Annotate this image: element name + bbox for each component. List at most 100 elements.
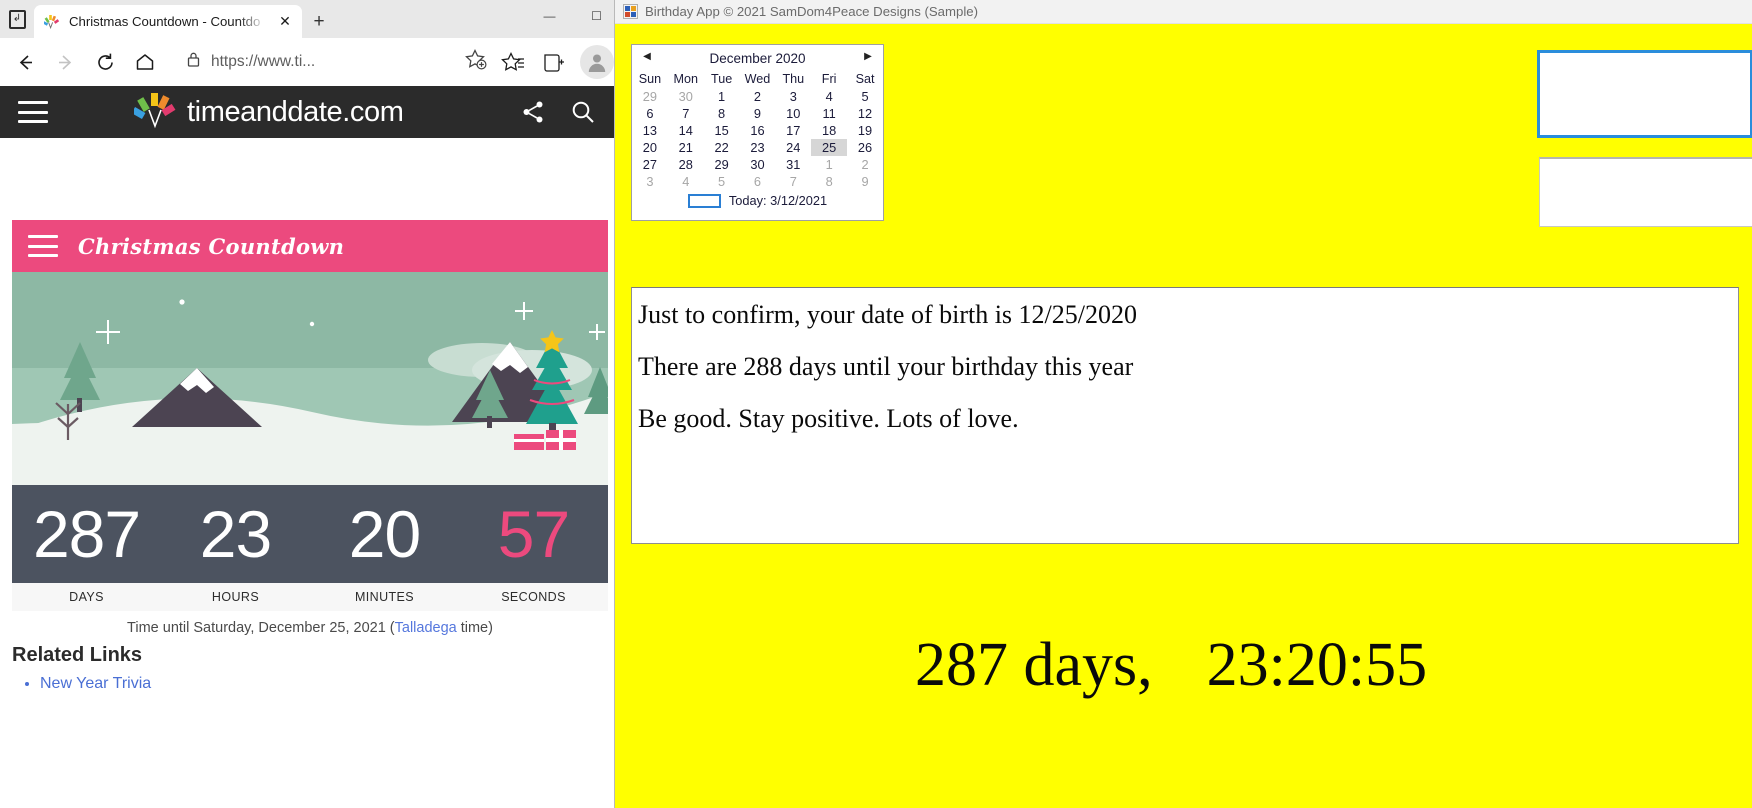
calendar-week-row: 29 30 1 2 3 4 5 bbox=[632, 88, 883, 105]
birthday-message-box[interactable]: Just to confirm, your date of birth is 1… bbox=[631, 287, 1739, 544]
address-bar[interactable]: https://www.ti... bbox=[172, 45, 492, 79]
calendar-day[interactable]: 8 bbox=[811, 173, 847, 190]
calendar-day[interactable]: 6 bbox=[632, 105, 668, 122]
collections-icon[interactable] bbox=[534, 43, 572, 81]
maximize-button[interactable]: ☐ bbox=[573, 0, 620, 32]
browser-toolbar: https://www.ti... bbox=[0, 38, 620, 86]
calendar-day[interactable]: 27 bbox=[632, 156, 668, 173]
timeanddate-logo-icon bbox=[131, 91, 178, 134]
hamburger-icon[interactable] bbox=[28, 235, 58, 257]
related-links-heading: Related Links bbox=[12, 644, 143, 666]
list-item[interactable]: New Year Trivia bbox=[40, 675, 620, 693]
calendar-grid: Sun Mon Tue Wed Thu Fri Sat 29 30 1 2 3 4 5 6 7 8 9 10 11 1… bbox=[632, 71, 883, 190]
hamburger-icon[interactable] bbox=[18, 101, 48, 123]
calendar-day[interactable]: 31 bbox=[775, 156, 811, 173]
live-countdown-days: 287 days, bbox=[915, 631, 1153, 699]
calendar-day[interactable]: 1 bbox=[704, 88, 740, 105]
countdown-label-days: DAYS bbox=[69, 590, 104, 604]
month-calendar[interactable]: ◀ December 2020 ▶ Sun Mon Tue Wed Thu Fri Sat … bbox=[631, 44, 884, 221]
caption-prefix: Time until Saturday, December 25, 2021 ( bbox=[127, 620, 395, 636]
timezone-link[interactable]: Talladega bbox=[395, 620, 457, 636]
calendar-day[interactable]: 26 bbox=[847, 139, 883, 156]
minimize-button[interactable]: — bbox=[526, 0, 573, 32]
calendar-weekday-mon: Mon bbox=[673, 72, 699, 86]
secondary-textbox[interactable] bbox=[1539, 157, 1752, 227]
countdown-value-days: 287 bbox=[32, 497, 141, 571]
calendar-day[interactable]: 2 bbox=[740, 88, 776, 105]
favorites-icon[interactable] bbox=[494, 43, 532, 81]
share-icon[interactable] bbox=[520, 99, 546, 125]
calendar-week-row: 20 21 22 23 24 25 26 bbox=[632, 139, 883, 156]
search-icon[interactable] bbox=[570, 99, 596, 125]
calendar-day-selected[interactable]: 25 bbox=[811, 139, 848, 156]
browser-essentials-icon[interactable]: ↲ bbox=[0, 0, 34, 38]
calendar-day[interactable]: 3 bbox=[775, 88, 811, 105]
new-tab-button[interactable]: + bbox=[302, 5, 336, 38]
calendar-day[interactable]: 5 bbox=[704, 173, 740, 190]
calendar-day[interactable]: 9 bbox=[847, 173, 883, 190]
prev-month-icon[interactable]: ◀ bbox=[636, 51, 658, 62]
countdown-cell-minutes: 20 bbox=[310, 501, 459, 567]
calendar-day[interactable]: 8 bbox=[704, 105, 740, 122]
app-box-icon: ↲ bbox=[8, 9, 26, 29]
calendar-header: ◀ December 2020 ▶ bbox=[632, 45, 883, 71]
calendar-day[interactable]: 20 bbox=[632, 139, 668, 156]
calendar-day[interactable]: 19 bbox=[847, 122, 883, 139]
calendar-day[interactable]: 24 bbox=[775, 139, 811, 156]
back-icon[interactable] bbox=[6, 43, 44, 81]
related-link-new-year-trivia[interactable]: New Year Trivia bbox=[40, 675, 151, 692]
calendar-day[interactable]: 30 bbox=[668, 88, 704, 105]
calendar-day[interactable]: 2 bbox=[847, 156, 883, 173]
calendar-day[interactable]: 9 bbox=[740, 105, 776, 122]
home-icon[interactable] bbox=[126, 43, 164, 81]
tab-title: Christmas Countdown - Countdo bbox=[69, 14, 261, 29]
calendar-day[interactable]: 11 bbox=[811, 105, 847, 122]
calendar-week-row: 6 7 8 9 10 11 12 bbox=[632, 105, 883, 122]
tab-close-icon[interactable]: ✕ bbox=[274, 11, 296, 33]
calendar-day[interactable]: 5 bbox=[847, 88, 883, 105]
calendar-day[interactable]: 21 bbox=[668, 139, 704, 156]
calendar-day[interactable]: 23 bbox=[740, 139, 776, 156]
calendar-day[interactable]: 17 bbox=[775, 122, 811, 139]
countdown-label-hours: HOURS bbox=[211, 590, 260, 604]
calendar-week-row: 3456789 bbox=[632, 173, 883, 190]
calendar-body: 29 30 1 2 3 4 5 6 7 8 9 10 11 12 13 14 15 16 17 18 19 20 21 22 2… bbox=[632, 88, 883, 190]
calendar-day[interactable]: 4 bbox=[668, 173, 704, 190]
calendar-day[interactable]: 10 bbox=[775, 105, 811, 122]
calendar-day[interactable]: 18 bbox=[811, 122, 847, 139]
countdown-label-minutes: MINUTES bbox=[354, 590, 415, 604]
calendar-weekday-sun: Sun bbox=[638, 72, 662, 86]
reload-icon[interactable] bbox=[86, 43, 124, 81]
calendar-day[interactable]: 7 bbox=[668, 105, 704, 122]
caption-suffix: time) bbox=[456, 620, 493, 636]
calendar-day[interactable]: 29 bbox=[704, 156, 740, 173]
calendar-day[interactable]: 1 bbox=[811, 156, 847, 173]
calendar-day[interactable]: 30 bbox=[740, 156, 776, 173]
calendar-day[interactable]: 13 bbox=[632, 122, 668, 139]
countdown-label-seconds: SECONDS bbox=[501, 590, 566, 604]
focused-textbox[interactable] bbox=[1537, 50, 1752, 138]
calendar-day[interactable]: 28 bbox=[668, 156, 704, 173]
calendar-day[interactable]: 14 bbox=[668, 122, 704, 139]
site-logo[interactable]: timeanddate.com bbox=[131, 91, 404, 134]
calendar-day[interactable]: 15 bbox=[704, 122, 740, 139]
add-favorite-icon[interactable] bbox=[463, 47, 488, 77]
calendar-day[interactable]: 22 bbox=[704, 139, 740, 156]
profile-avatar[interactable] bbox=[580, 45, 614, 79]
lock-icon bbox=[186, 51, 201, 73]
countdown-value-hours: 23 bbox=[199, 497, 272, 571]
next-month-icon[interactable]: ▶ bbox=[857, 51, 879, 62]
calendar-day[interactable]: 3 bbox=[632, 173, 668, 190]
calendar-day[interactable]: 12 bbox=[847, 105, 883, 122]
calendar-day[interactable]: 6 bbox=[740, 173, 776, 190]
birthday-app-title-text: Birthday App © 2021 SamDom4Peace Designs… bbox=[645, 4, 978, 19]
calendar-day[interactable]: 16 bbox=[740, 122, 776, 139]
calendar-day[interactable]: 29 bbox=[632, 88, 668, 105]
message-line-confirm: Just to confirm, your date of birth is 1… bbox=[638, 300, 1138, 329]
calendar-day[interactable]: 7 bbox=[775, 173, 811, 190]
calendar-day[interactable]: 4 bbox=[811, 88, 847, 105]
calendar-week-row: 13 14 15 16 17 18 19 bbox=[632, 122, 883, 139]
browser-tab-christmas-countdown[interactable]: Christmas Countdown - Countdo ✕ bbox=[34, 5, 302, 38]
forward-icon bbox=[46, 43, 84, 81]
web-page-content: timeanddate.com Christmas Countdown 287 … bbox=[0, 86, 620, 808]
